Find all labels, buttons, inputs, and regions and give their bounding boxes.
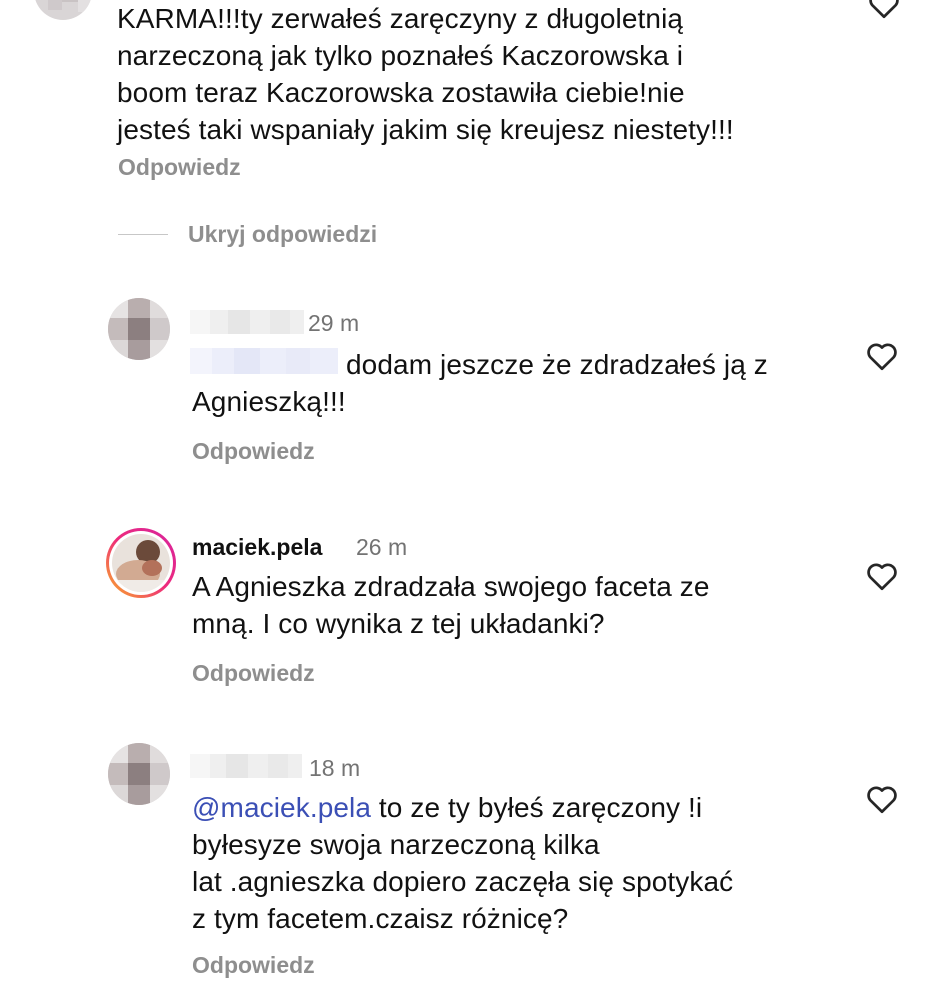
mention-link[interactable]: @maciek.pela [192, 792, 371, 823]
comment-text: dodam jeszcze że zdradzałeś ją z [346, 349, 768, 380]
comment-text-line: jesteś taki wspaniały jakim się kreujesz… [117, 114, 734, 145]
heart-outline-icon[interactable] [864, 338, 900, 374]
hide-replies-divider [118, 234, 168, 235]
comment-text-line: lat .agnieszka dopiero zaczęła się spoty… [192, 866, 734, 897]
comment-time: 26 m [356, 534, 408, 560]
avatar[interactable] [108, 298, 170, 360]
comment-text-line: KARMA!!!ty zerwałeś zaręczyny z długolet… [117, 3, 684, 34]
comment-time: 18 m [309, 755, 361, 781]
username-redacted[interactable] [190, 310, 304, 334]
reply-button[interactable]: Odpowiedz [192, 438, 315, 465]
comment-text-line: narzeczoną jak tylko poznałeś Kaczorowsk… [117, 40, 684, 71]
heart-outline-icon[interactable] [866, 0, 902, 22]
reply-button[interactable]: Odpowiedz [192, 660, 315, 687]
comment-text-line: z tym facetem.czaisz różnicę? [192, 903, 569, 934]
heart-outline-icon[interactable] [864, 781, 900, 817]
reply-button[interactable]: Odpowiedz [192, 952, 315, 979]
comment-time: 29 m [308, 310, 360, 336]
avatar [112, 534, 170, 592]
avatar[interactable] [108, 743, 170, 805]
reply-comment: 18 m @maciek.pela to ze ty byłeś zaręczo… [0, 735, 930, 985]
comment-text: Agnieszką!!! [192, 386, 346, 417]
comment-text-line: byłesyze swoja narzeczoną kilka [192, 829, 600, 860]
avatar-story-ring[interactable] [106, 528, 176, 598]
reply-comment: maciek.pela 26 m A Agnieszka zdradzała s… [0, 528, 930, 698]
reply-comment: 29 m dodam jeszcze że zdradzałeś ją z Ag… [0, 290, 930, 470]
comment-text-first-line: @maciek.pela to ze ty byłeś zaręczony !i [192, 789, 852, 826]
heart-outline-icon[interactable] [864, 558, 900, 594]
top-comment: KARMA!!!ty zerwałeś zaręczyny z długolet… [0, 0, 930, 186]
comment-text-line: A Agnieszka zdradzała swojego faceta ze [192, 571, 710, 602]
comment-text-line: mną. I co wynika z tej układanki? [192, 608, 605, 639]
mention-redacted[interactable] [190, 348, 338, 374]
avatar[interactable] [34, 0, 92, 20]
comment-text-line: boom teraz Kaczorowska zostawiła ciebie!… [117, 77, 685, 108]
comment-text: to ze ty byłeś zaręczony !i [371, 792, 703, 823]
username[interactable]: maciek.pela [192, 534, 322, 561]
hide-replies-button[interactable]: Ukryj odpowiedzi [188, 221, 377, 248]
reply-button[interactable]: Odpowiedz [118, 154, 241, 181]
username-redacted[interactable] [190, 754, 302, 778]
